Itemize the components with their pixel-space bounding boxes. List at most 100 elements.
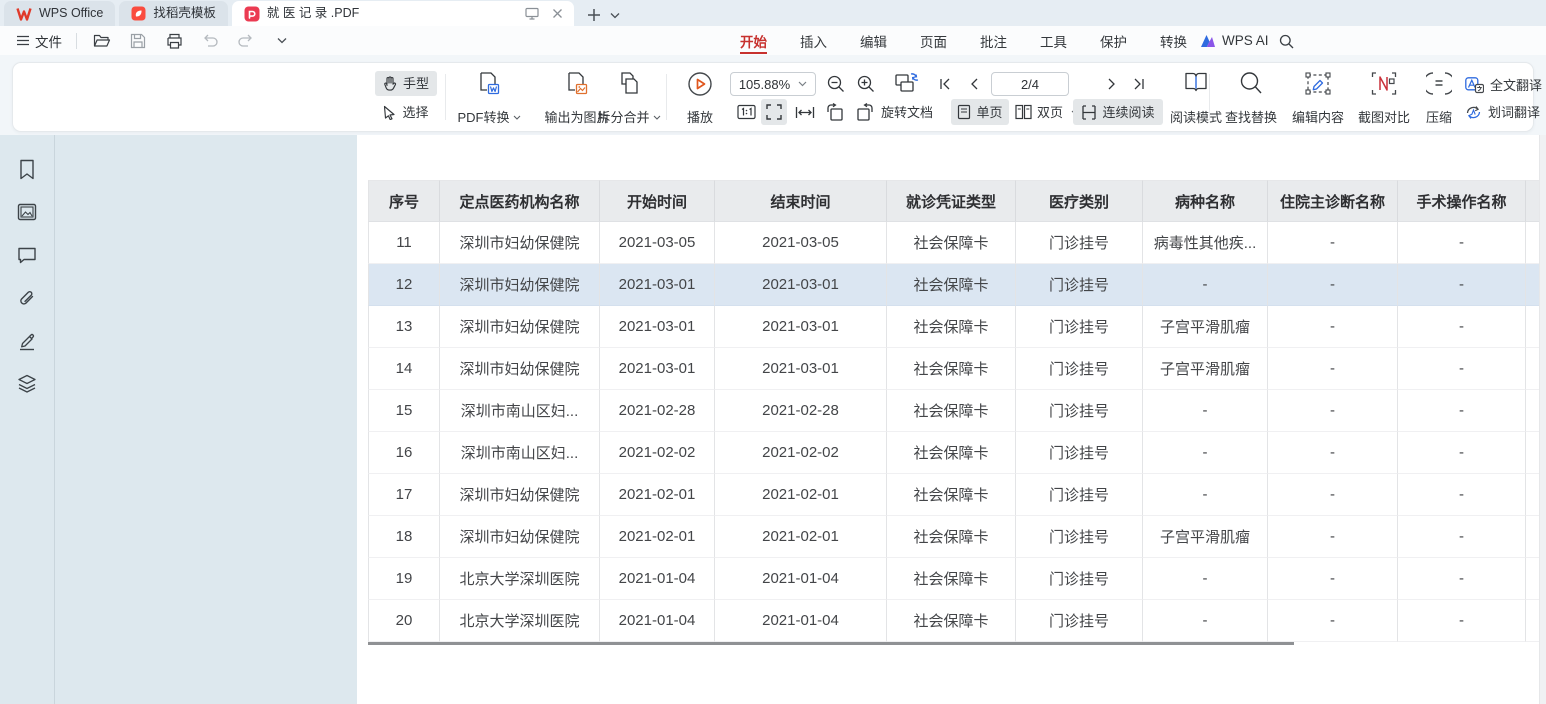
table-cell: - [1398, 600, 1526, 642]
save-button[interactable] [127, 30, 149, 52]
menu-tab-home[interactable]: 开始 [740, 26, 767, 55]
page-number-input[interactable]: 2/4 [991, 72, 1069, 96]
zoom-level-value: 105.88% [739, 77, 790, 92]
zoom-out-button[interactable] [825, 72, 847, 96]
table-cell: 社会保障卡 [887, 558, 1016, 600]
quick-access-chevron[interactable] [271, 30, 293, 52]
rotate-document-button[interactable]: 旋转文档 [881, 100, 933, 124]
rotate-right-button[interactable] [853, 100, 877, 124]
zoom-level-select[interactable]: 105.88% [730, 72, 816, 96]
table-cell: 社会保障卡 [887, 474, 1016, 516]
table-cell: 2021-03-01 [715, 348, 887, 390]
table-cell: - [1268, 474, 1398, 516]
wps-ai-button[interactable]: WPS AI [1200, 26, 1269, 55]
menu-tab-insert[interactable]: 插入 [800, 26, 827, 55]
continuous-reading-button[interactable]: 连续阅读 [1073, 99, 1163, 125]
monitor-icon[interactable] [523, 5, 541, 23]
fit-page-button[interactable] [761, 99, 787, 125]
double-page-button[interactable]: 双页 [1015, 100, 1079, 124]
table-cell: - [1398, 222, 1526, 264]
table-cell: - [1143, 600, 1268, 642]
table-cell: 门诊挂号 [1016, 264, 1143, 306]
table-cell: 14 [368, 348, 440, 390]
thumbnails-panel-button[interactable] [16, 201, 38, 223]
find-replace-button[interactable]: 查找替换 [1218, 71, 1284, 124]
chevron-down-icon [513, 115, 521, 120]
menu-tab-protect[interactable]: 保护 [1100, 26, 1127, 55]
next-page-button[interactable] [1103, 72, 1121, 96]
bookmarks-panel-button[interactable] [16, 158, 38, 180]
wps-pdf-window: WPS Office 找稻壳模板 就 医 记 录 .PDF 文件 [0, 0, 1546, 704]
table-cell: 2021-02-02 [715, 432, 887, 474]
first-page-button[interactable] [935, 72, 955, 96]
menu-tab-edit[interactable]: 编辑 [860, 26, 887, 55]
print-button[interactable] [163, 30, 185, 52]
layers-icon [17, 374, 37, 394]
actual-size-button[interactable] [735, 100, 757, 124]
window-tab-bar: WPS Office 找稻壳模板 就 医 记 录 .PDF [0, 0, 1546, 26]
prev-page-button[interactable] [965, 72, 983, 96]
signature-panel-button[interactable] [16, 330, 38, 352]
file-menu-button[interactable]: 文件 [16, 31, 62, 51]
menu-tab-comment[interactable]: 批注 [980, 26, 1007, 55]
attachments-panel-button[interactable] [16, 287, 38, 309]
word-translate-button[interactable]: 划词翻译 [1465, 101, 1546, 123]
table-cell: 17 [368, 474, 440, 516]
table-cell: 12 [368, 264, 440, 306]
hand-icon [383, 76, 397, 91]
vertical-scrollbar[interactable] [1539, 135, 1546, 704]
hand-tool-button[interactable]: 手型 [375, 71, 437, 96]
next-page-icon [1108, 78, 1116, 90]
wps-ai-logo-icon [1200, 34, 1216, 48]
fit-width-button[interactable] [793, 100, 817, 124]
menu-search-button[interactable] [1274, 29, 1298, 53]
open-file-button[interactable] [91, 30, 113, 52]
rotate-document-label: 旋转文档 [881, 106, 933, 119]
rotate-left-button[interactable] [823, 100, 847, 124]
new-tab-button[interactable] [582, 4, 606, 26]
select-tool-button[interactable]: 选择 [375, 100, 437, 124]
tab-docer-templates[interactable]: 找稻壳模板 [119, 1, 228, 26]
find-replace-icon [1239, 71, 1263, 96]
table-row: 19北京大学深圳医院2021-01-042021-01-04社会保障卡门诊挂号-… [368, 558, 1546, 600]
hand-tool-label: 手型 [403, 77, 429, 90]
zoom-in-button[interactable] [855, 72, 877, 96]
pdf-convert-button[interactable]: PDF转换 [449, 71, 529, 124]
layers-panel-button[interactable] [16, 373, 38, 395]
ribbon-toolbar: 手型 选择 PDF转换 输出为图片 拆分合并 播放 105.88% [12, 62, 1534, 132]
redo-button[interactable] [235, 30, 257, 52]
table-cell: - [1398, 516, 1526, 558]
tab-document-pdf[interactable]: 就 医 记 录 .PDF [232, 1, 574, 26]
table-header-cell: 开始时间 [600, 180, 715, 222]
edit-content-button[interactable]: 编辑内容 [1285, 71, 1351, 124]
paperclip-icon [17, 288, 37, 308]
table-row: 20北京大学深圳医院2021-01-042021-01-04社会保障卡门诊挂号-… [368, 600, 1546, 642]
comments-panel-button[interactable] [16, 244, 38, 266]
undo-button[interactable] [199, 30, 221, 52]
screenshot-compare-button[interactable]: 截图对比 [1351, 71, 1417, 124]
find-replace-label: 查找替换 [1225, 111, 1277, 124]
table-cell: 门诊挂号 [1016, 474, 1143, 516]
compress-button[interactable]: 压缩 [1415, 71, 1463, 124]
menu-tab-tools[interactable]: 工具 [1040, 26, 1067, 55]
redo-icon [238, 34, 254, 47]
table-cell: - [1268, 306, 1398, 348]
table-header-cell: 结束时间 [715, 180, 887, 222]
table-cell: 深圳市妇幼保健院 [440, 264, 600, 306]
tab-wps-office[interactable]: WPS Office [4, 1, 115, 26]
menu-tab-convert[interactable]: 转换 [1160, 26, 1187, 55]
table-cell: 16 [368, 432, 440, 474]
table-cell: 2021-03-05 [715, 222, 887, 264]
tab-list-chevron[interactable] [606, 4, 624, 26]
menu-tab-page[interactable]: 页面 [920, 26, 947, 55]
left-sidebar [0, 135, 55, 704]
continuous-reading-label: 连续阅读 [1102, 106, 1154, 119]
close-icon[interactable] [548, 5, 566, 23]
last-page-button[interactable] [1129, 72, 1149, 96]
play-button[interactable]: 播放 [676, 71, 724, 124]
split-merge-button[interactable]: 拆分合并 [589, 71, 669, 124]
single-page-button[interactable]: 单页 [951, 99, 1009, 125]
table-cell: 2021-01-04 [715, 600, 887, 642]
full-text-translate-button[interactable]: 全文翻译 [1465, 74, 1542, 96]
replace-pages-button[interactable] [893, 70, 921, 96]
